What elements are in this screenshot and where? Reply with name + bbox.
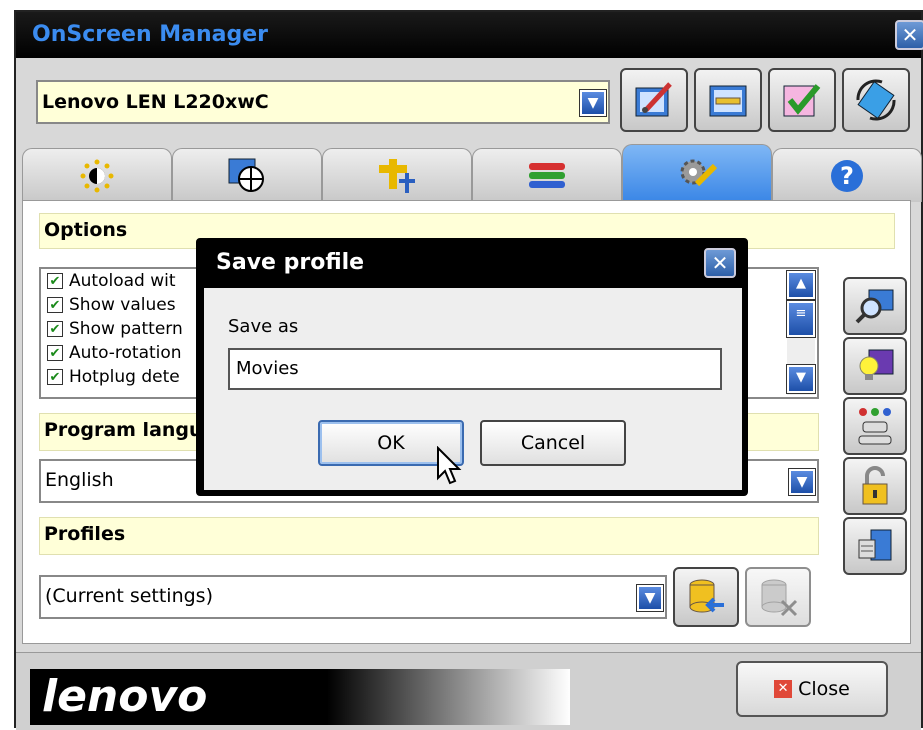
profiles-header: Profiles: [39, 517, 819, 555]
display-info-icon: [858, 529, 892, 561]
checkbox-checked-icon[interactable]: ✔: [47, 273, 63, 289]
rotate-icon: [856, 79, 896, 121]
svg-text:?: ?: [840, 162, 854, 190]
monitor-select[interactable]: Lenovo LEN L220xwC ▼: [36, 80, 610, 124]
language-select-value: English: [45, 469, 114, 491]
tab-brightness[interactable]: [22, 148, 172, 202]
scroll-up-icon[interactable]: ▲: [786, 270, 816, 300]
load-profile-button[interactable]: [673, 567, 739, 627]
profiles-select-value: (Current settings): [45, 585, 213, 607]
save-as-label: Save as: [228, 316, 299, 337]
checkbox-checked-icon[interactable]: ✔: [47, 345, 63, 361]
option-label: Show pattern: [69, 319, 183, 339]
search-display-icon: [855, 289, 894, 324]
chevron-down-icon[interactable]: ▼: [788, 468, 816, 496]
tab-settings[interactable]: [622, 144, 772, 202]
connector-button[interactable]: [843, 397, 907, 455]
dialog-title: Save profile: [216, 250, 365, 275]
mouse-pointer-icon: [437, 446, 462, 485]
lightbulb-monitor-button[interactable]: [843, 337, 907, 395]
monitor-select-value: Lenovo LEN L220xwC: [42, 91, 269, 113]
options-scrollbar[interactable]: ▲ ≡ ▼: [786, 270, 816, 395]
lock-button[interactable]: [843, 457, 907, 515]
tab-geometry[interactable]: [172, 148, 322, 202]
dialog-body: Save as Movies OK Cancel: [204, 288, 742, 490]
tab-color[interactable]: [472, 148, 622, 202]
color-icon: [529, 162, 565, 188]
dialog-close-icon[interactable]: ✕: [704, 248, 736, 278]
database-delete-icon: [761, 579, 798, 617]
lock-icon: [862, 466, 888, 505]
cancel-button[interactable]: Cancel: [480, 420, 626, 466]
option-label: Show values: [69, 295, 176, 315]
window-close-icon[interactable]: ✕: [895, 20, 923, 50]
checkbox-checked-icon[interactable]: ✔: [47, 321, 63, 337]
scroll-thumb[interactable]: ≡: [786, 300, 816, 338]
close-button[interactable]: ✕ Close: [736, 661, 888, 717]
dialog-titlebar[interactable]: Save profile: [198, 240, 746, 286]
lenovo-logo: lenovo: [30, 669, 570, 725]
window-titlebar[interactable]: OnScreen Manager ✕: [16, 12, 923, 58]
checkbox-checked-icon[interactable]: ✔: [47, 297, 63, 313]
tab-help[interactable]: ?: [772, 148, 922, 202]
checkbox-checked-icon[interactable]: ✔: [47, 369, 63, 385]
profiles-select[interactable]: (Current settings) ▼: [39, 575, 667, 619]
tab-position[interactable]: [322, 148, 472, 202]
option-label: Auto-rotation: [69, 343, 182, 363]
footer: lenovo ✕ Close: [16, 652, 921, 730]
scroll-down-icon[interactable]: ▼: [786, 364, 816, 394]
profile-name-input[interactable]: Movies: [228, 348, 722, 390]
check-icon: [783, 84, 821, 117]
chevron-down-icon[interactable]: ▼: [636, 584, 664, 612]
paint-button[interactable]: [620, 68, 688, 132]
delete-profile-button[interactable]: [745, 567, 811, 627]
help-icon: ?: [831, 159, 863, 192]
ruler-icon: [709, 85, 747, 117]
database-load-icon: [689, 579, 724, 613]
close-icon: ✕: [774, 680, 793, 698]
rotate-button[interactable]: [842, 68, 910, 132]
geometry-icon: [228, 158, 264, 192]
display-info-button[interactable]: [843, 517, 907, 575]
search-display-button[interactable]: [843, 277, 907, 335]
position-icon: [379, 158, 415, 193]
chevron-down-icon[interactable]: ▼: [579, 89, 607, 117]
tab-strip: ?: [22, 144, 922, 202]
brightness-icon: [80, 159, 114, 192]
settings-tools-icon: [680, 159, 718, 186]
option-label: Hotplug dete: [69, 367, 180, 387]
save-profile-dialog: Save profile ✕ Save as Movies OK Cancel: [196, 238, 748, 496]
logo-text: lenovo: [42, 671, 208, 722]
lightbulb-monitor-icon: [859, 349, 894, 380]
connector-icon: [858, 408, 892, 445]
close-button-label: Close: [798, 678, 850, 700]
window-title: OnScreen Manager: [32, 22, 269, 47]
check-button[interactable]: [768, 68, 836, 132]
option-label: Autoload wit: [69, 271, 176, 291]
ruler-button[interactable]: [694, 68, 762, 132]
paint-icon: [635, 82, 672, 117]
